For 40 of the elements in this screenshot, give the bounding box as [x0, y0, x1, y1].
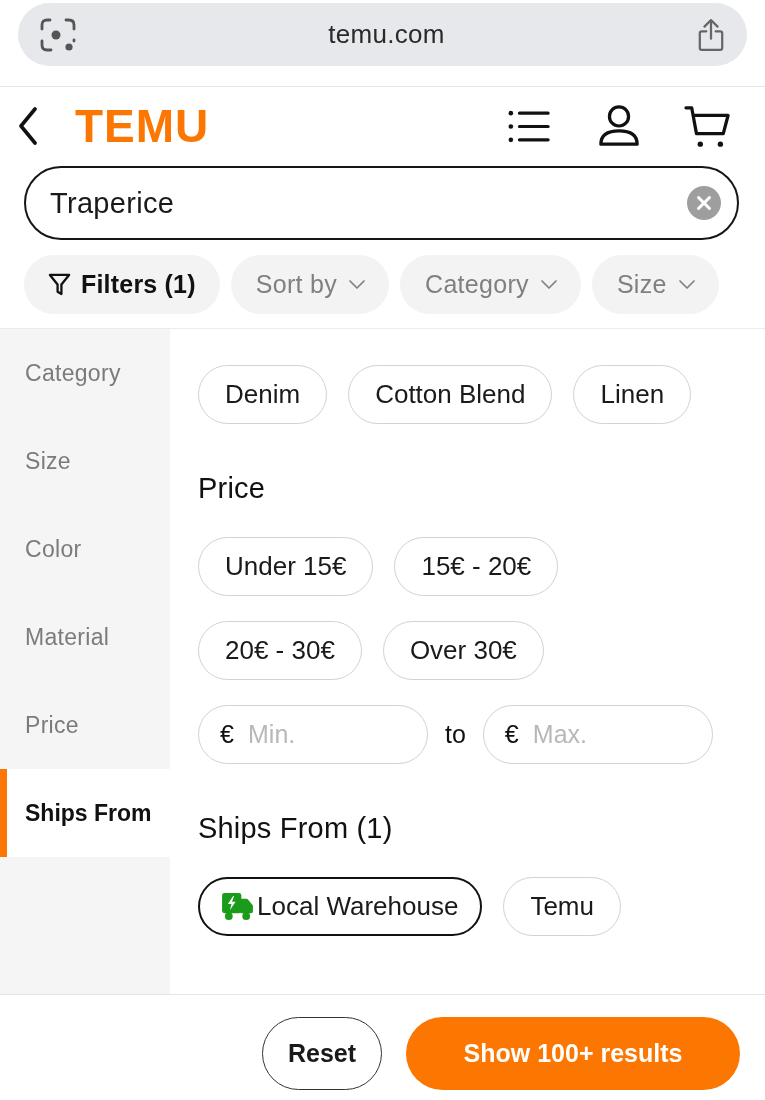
filter-option[interactable]: 20€ - 30€	[198, 621, 362, 680]
truck-icon	[222, 893, 253, 920]
filter-option[interactable]: 15€ - 20€	[394, 537, 559, 596]
scan-icon[interactable]	[40, 17, 76, 52]
chevron-down-icon	[678, 280, 695, 289]
list-icon[interactable]	[508, 108, 550, 144]
filter-icon	[48, 273, 71, 296]
dropdown-chip[interactable]: Sort by	[230, 255, 390, 314]
chevron-down-icon	[349, 280, 366, 289]
dropdown-chip[interactable]: Category	[400, 255, 581, 314]
cart-icon[interactable]	[684, 104, 730, 148]
search-field[interactable]: Traperice	[24, 166, 739, 240]
currency-symbol: €	[220, 721, 234, 748]
sidebar-item[interactable]: Price	[0, 681, 170, 769]
reset-button[interactable]: Reset	[262, 1017, 382, 1090]
filters-button[interactable]: Filters (1)	[24, 255, 220, 314]
account-icon[interactable]	[598, 105, 640, 147]
section-heading: Price	[198, 472, 267, 504]
filter-option[interactable]: Under 15€	[198, 537, 374, 596]
filter-option[interactable]: Temu	[503, 877, 621, 936]
filter-option[interactable]: Local Warehouse	[198, 877, 483, 936]
chevron-down-icon	[540, 280, 557, 289]
sidebar-item[interactable]: Color	[0, 505, 170, 593]
filter-option[interactable]: Over 30€	[382, 621, 544, 680]
filter-option[interactable]: Denim	[198, 365, 328, 424]
sidebar-item[interactable]: Ships From	[0, 769, 170, 857]
back-icon[interactable]	[18, 107, 38, 145]
range-separator: to	[445, 720, 466, 749]
url-text: temu.com	[328, 19, 445, 50]
section-heading: Ships From (1)	[198, 812, 394, 844]
sidebar-item[interactable]: Material	[0, 593, 170, 681]
sidebar-item[interactable]: Category	[0, 329, 170, 417]
share-icon[interactable]	[697, 17, 725, 52]
address-bar[interactable]: temu.com	[18, 3, 747, 66]
dropdown-chip[interactable]: Size	[591, 255, 719, 314]
filter-option[interactable]: Linen	[573, 365, 692, 424]
clear-icon[interactable]	[687, 186, 721, 220]
sidebar-item[interactable]: Size	[0, 417, 170, 505]
currency-symbol: €	[504, 721, 519, 748]
filter-option[interactable]: Cotton Blend	[348, 365, 553, 424]
